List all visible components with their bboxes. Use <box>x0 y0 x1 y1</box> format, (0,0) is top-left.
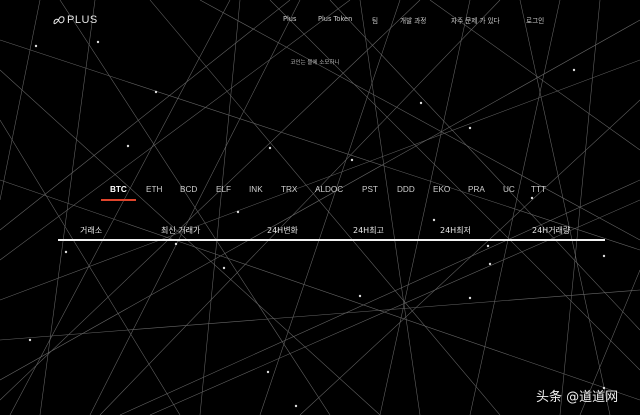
active-tab-underline <box>101 199 136 201</box>
coin-tab-uc[interactable]: UC <box>503 185 515 194</box>
nav-item-plus[interactable]: Plus <box>283 15 296 23</box>
coin-tab-btc[interactable]: BTC <box>110 185 127 194</box>
coin-tab-pra[interactable]: PRA <box>468 185 485 194</box>
column-header-exchange: 거래소 <box>80 226 103 235</box>
coin-tab-eko[interactable]: EKO <box>433 185 450 194</box>
watermark: 头条 @道道网 <box>536 390 619 405</box>
coin-tab-eth[interactable]: ETH <box>146 185 162 194</box>
column-header-24h-change: 24H변화 <box>267 226 298 235</box>
nav-item-roadmap[interactable]: 개발 과정 <box>400 15 426 25</box>
coin-tab-elf[interactable]: ELF <box>216 185 231 194</box>
coin-tab-ttt[interactable]: TTT <box>531 185 546 194</box>
coin-tab-ddd[interactable]: DDD <box>397 185 415 194</box>
column-header-24h-volume: 24H거래량 <box>532 226 571 235</box>
table-header-divider <box>58 239 605 241</box>
column-header-last-price: 최신 거래가 <box>161 226 201 235</box>
nav-item-login[interactable]: 로그인 <box>526 15 544 25</box>
nav-item-plus-token[interactable]: Plus Token <box>318 15 352 23</box>
coin-tab-ink[interactable]: INK <box>249 185 263 194</box>
column-header-24h-low: 24H최저 <box>440 226 471 235</box>
coin-tab-pst[interactable]: PST <box>362 185 378 194</box>
hero-subtitle: 코인는 블에 소모하니 <box>290 60 340 66</box>
coin-tab-trx[interactable]: TRX <box>281 185 297 194</box>
nav-item-faq[interactable]: 자주 문제 가 있다 <box>451 15 500 25</box>
coin-tab-bcd[interactable]: BCD <box>180 185 197 194</box>
top-nav: Plus Plus Token 팀 개발 과정 자주 문제 가 있다 로그인 <box>0 15 640 29</box>
nav-item-team[interactable]: 팀 <box>372 15 378 25</box>
coin-tab-aldoc[interactable]: ALDOC <box>315 185 343 194</box>
column-header-24h-high: 24H최고 <box>353 226 384 235</box>
